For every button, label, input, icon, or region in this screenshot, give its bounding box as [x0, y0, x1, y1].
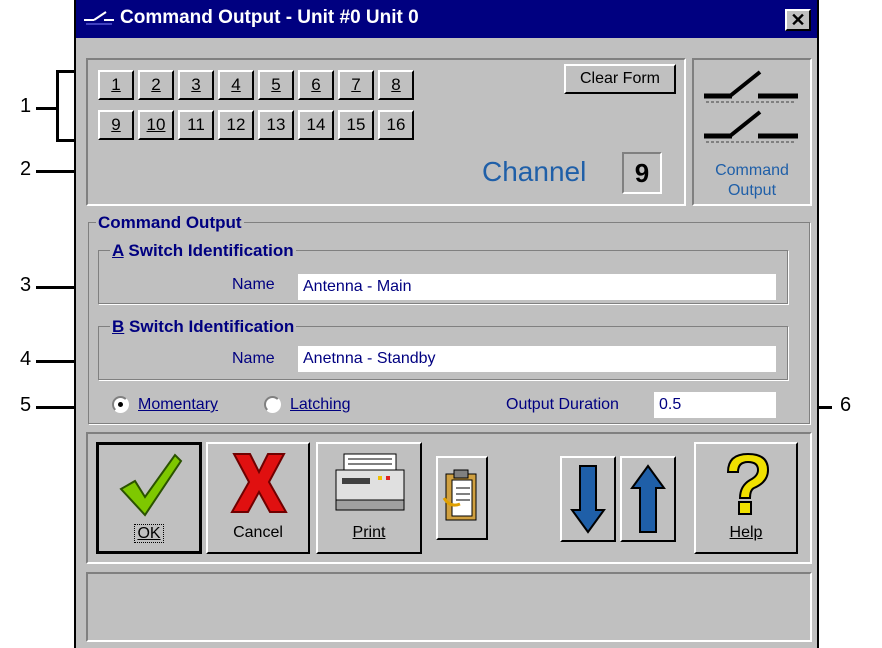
callout-5: 5	[20, 394, 32, 416]
arrow-up-icon	[630, 464, 666, 533]
momentary-radio[interactable]	[112, 396, 129, 413]
switch-icon	[84, 11, 114, 25]
checkmark-icon	[119, 453, 183, 517]
channel-button-12[interactable]: 12	[218, 110, 254, 140]
window-title: Command Output - Unit #0 Unit 0	[120, 7, 419, 28]
channel-label: Channel	[482, 156, 587, 187]
print-label: Print	[352, 524, 386, 541]
help-button[interactable]: Help	[694, 442, 798, 554]
latching-label[interactable]: Latching	[290, 396, 351, 414]
a-switch-prefix: A	[112, 241, 124, 260]
channel-button-11[interactable]: 11	[178, 110, 214, 140]
b-name-input[interactable]: Anetnna - Standby	[298, 346, 776, 372]
icon-label-line2: Output	[727, 182, 777, 199]
x-cancel-icon	[230, 453, 288, 513]
channel-button-1[interactable]: 1	[98, 70, 134, 100]
latching-radio[interactable]	[264, 396, 281, 413]
move-down-button[interactable]	[560, 456, 616, 542]
cancel-button[interactable]: Cancel	[206, 442, 310, 554]
channel-value: 9	[634, 158, 650, 188]
channel-button-6[interactable]: 6	[298, 70, 334, 100]
command-output-window: Command Output - Unit #0 Unit 0 ✕ Clear …	[74, 0, 819, 648]
cancel-label: Cancel	[233, 524, 283, 541]
channel-button-3[interactable]: 3	[178, 70, 214, 100]
question-mark-icon	[726, 452, 770, 515]
channel-button-2[interactable]: 2	[138, 70, 174, 100]
b-name-label: Name	[232, 350, 275, 367]
ok-button[interactable]: OK	[96, 442, 202, 554]
output-duration-input[interactable]: 0.5	[654, 392, 776, 418]
callout-6: 6	[840, 394, 852, 416]
move-up-button[interactable]	[620, 456, 676, 542]
printer-icon	[335, 453, 405, 511]
help-label: Help	[729, 524, 763, 541]
close-button[interactable]: ✕	[785, 9, 811, 31]
b-switch-heading: B Switch Identification	[110, 317, 297, 337]
command-output-group-label: Command Output	[96, 213, 244, 233]
channel-button-15[interactable]: 15	[338, 110, 374, 140]
channel-button-10[interactable]: 10	[138, 110, 174, 140]
clipboard-icon	[442, 469, 477, 521]
a-name-label: Name	[232, 276, 275, 293]
channel-button-5[interactable]: 5	[258, 70, 294, 100]
ok-label: OK	[99, 524, 199, 543]
clear-form-button[interactable]: Clear Form	[564, 64, 676, 94]
callout-3: 3	[20, 274, 32, 296]
callout-2: 2	[20, 158, 32, 180]
arrow-down-icon	[570, 465, 606, 534]
channel-button-9[interactable]: 9	[98, 110, 134, 140]
callout-1: 1	[20, 95, 32, 117]
clipboard-button[interactable]	[436, 456, 488, 540]
channel-button-7[interactable]: 7	[338, 70, 374, 100]
channel-button-8[interactable]: 8	[378, 70, 414, 100]
channel-button-4[interactable]: 4	[218, 70, 254, 100]
status-bar	[86, 572, 812, 642]
output-duration-label: Output Duration	[506, 396, 619, 413]
print-button[interactable]: Print	[316, 442, 422, 554]
callout-4: 4	[20, 348, 32, 370]
channel-button-14[interactable]: 14	[298, 110, 334, 140]
a-switch-heading: A Switch Identification	[110, 241, 296, 261]
b-switch-prefix: B	[112, 317, 125, 336]
switch-pair-icon	[704, 70, 798, 143]
channel-button-13[interactable]: 13	[258, 110, 294, 140]
title-bar[interactable]: Command Output - Unit #0 Unit 0 ✕	[76, 0, 817, 38]
clear-form-label: Clear Form	[579, 70, 660, 87]
icon-label-line1: Command	[715, 162, 789, 179]
channel-value-box: 9	[622, 152, 662, 194]
callout-1-line	[36, 107, 58, 110]
radio-selected-dot	[118, 402, 123, 407]
b-switch-title: Switch Identification	[124, 317, 295, 336]
momentary-label[interactable]: Momentary	[138, 396, 218, 414]
a-name-input[interactable]: Antenna - Main	[298, 274, 776, 300]
channel-button-16[interactable]: 16	[378, 110, 414, 140]
a-switch-title: Switch Identification	[123, 241, 294, 260]
